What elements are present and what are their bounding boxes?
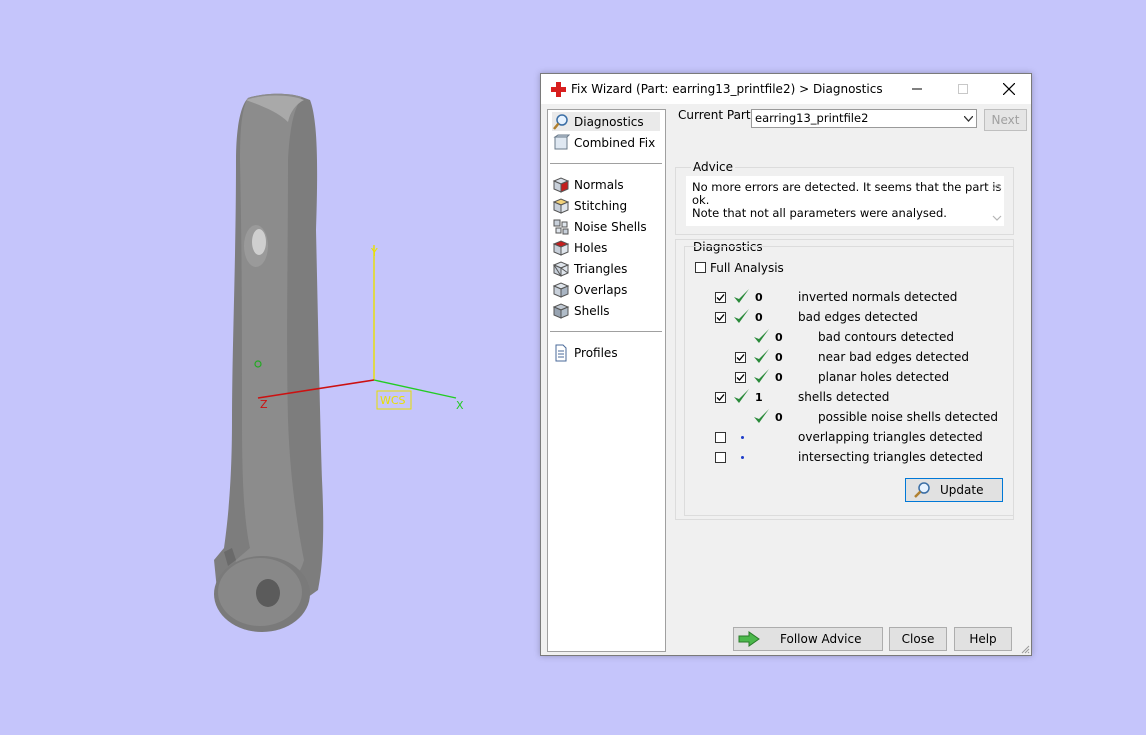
intersecting-triangles-checkbox[interactable] <box>715 452 726 463</box>
shells-count: 1 <box>755 391 763 404</box>
checkmark-icon <box>716 394 725 401</box>
wcs-label: WCS <box>380 394 406 407</box>
holes-cube-icon <box>552 239 570 256</box>
minimize-button[interactable] <box>894 74 940 104</box>
near-bad-edges-count: 0 <box>775 351 783 364</box>
nav-separator <box>550 163 662 164</box>
axis-z-label: Z <box>260 398 268 411</box>
overlaps-cube-icon <box>552 281 570 298</box>
nav-item-shells[interactable]: Shells <box>552 301 660 320</box>
fix-wizard-dialog: Fix Wizard (Part: earring13_printfile2) … <box>540 73 1032 656</box>
nav-separator <box>550 331 662 332</box>
nav-item-combined-fix[interactable]: Combined Fix <box>552 133 660 152</box>
noise-shells-icon <box>553 219 569 234</box>
bad-edges-count: 0 <box>755 311 763 324</box>
nav-item-diagnostics[interactable]: Diagnostics <box>552 112 660 131</box>
nav-item-normals[interactable]: Normals <box>552 175 660 194</box>
triangles-cube-icon <box>552 260 570 277</box>
current-part-select[interactable]: earring13_printfile2 <box>751 109 977 128</box>
planar-holes-count: 0 <box>775 371 783 384</box>
red-cross-icon <box>551 82 566 97</box>
advice-line-1: No more errors are detected. It seems th… <box>692 180 1002 207</box>
magnifier-icon <box>914 482 930 498</box>
maximize-button[interactable] <box>940 74 986 104</box>
close-window-button[interactable] <box>986 74 1032 104</box>
full-analysis-label: Full Analysis <box>710 261 784 275</box>
close-button[interactable]: Close <box>889 627 947 651</box>
axis-y-label: Y <box>370 246 378 259</box>
green-check-icon <box>754 369 769 383</box>
bad-edges-checkbox[interactable] <box>715 312 726 323</box>
bad-contours-label: bad contours detected <box>818 330 954 344</box>
overlapping-triangles-checkbox[interactable] <box>715 432 726 443</box>
planar-holes-label: planar holes detected <box>818 370 950 384</box>
magnifier-icon <box>553 113 568 130</box>
follow-advice-button[interactable]: Follow Advice <box>733 627 883 651</box>
bad-edges-label: bad edges detected <box>798 310 918 324</box>
inverted-normals-count: 0 <box>755 291 763 304</box>
noise-shells-count: 0 <box>775 411 783 424</box>
nav-item-stitching[interactable]: Stitching <box>552 196 660 215</box>
maximize-icon <box>958 84 968 94</box>
update-button[interactable]: Update <box>905 478 1003 502</box>
wizard-nav-panel: Diagnostics Combined Fix Normals Stitchi… <box>547 109 666 652</box>
advice-line-2: Note that not all parameters were analys… <box>692 206 947 220</box>
green-check-icon <box>754 349 769 363</box>
green-arrow-right-icon <box>738 631 760 647</box>
overlapping-triangles-label: overlapping triangles detected <box>798 430 983 444</box>
green-check-icon <box>734 389 749 403</box>
green-check-icon <box>754 329 769 343</box>
stitching-cube-icon <box>552 197 570 214</box>
checkmark-icon <box>736 354 745 361</box>
nav-item-triangles[interactable]: Triangles <box>552 259 660 278</box>
axis-x-label: X <box>456 399 464 412</box>
advice-group-title: Advice <box>691 160 736 174</box>
dialog-title: Fix Wizard (Part: earring13_printfile2) … <box>571 82 883 96</box>
green-check-icon <box>734 309 749 323</box>
shells-label: shells detected <box>798 390 890 404</box>
full-analysis-checkbox[interactable] <box>695 262 706 273</box>
checkmark-icon <box>716 294 725 301</box>
planar-holes-checkbox[interactable] <box>735 372 746 383</box>
shells-cube-icon <box>552 302 570 319</box>
nav-item-holes[interactable]: Holes <box>552 238 660 257</box>
help-button[interactable]: Help <box>954 627 1012 651</box>
combined-fix-icon <box>553 134 570 149</box>
nav-item-profiles[interactable]: Profiles <box>552 343 660 362</box>
current-part-value: earring13_printfile2 <box>755 111 869 125</box>
checkmark-icon <box>736 374 745 381</box>
nav-item-noise-shells[interactable]: Noise Shells <box>552 217 660 236</box>
inverted-normals-label: inverted normals detected <box>798 290 958 304</box>
current-part-label: Current Part: <box>678 108 755 122</box>
noise-shells-label: possible noise shells detected <box>818 410 999 424</box>
titlebar[interactable]: Fix Wizard (Part: earring13_printfile2) … <box>541 74 1031 104</box>
next-button[interactable]: Next <box>984 109 1027 131</box>
close-icon <box>1003 83 1015 95</box>
not-analysed-dot-icon <box>741 456 744 459</box>
profiles-document-icon <box>555 344 567 361</box>
shells-checkbox[interactable] <box>715 392 726 403</box>
not-analysed-dot-icon <box>741 436 744 439</box>
green-check-icon <box>734 289 749 303</box>
part-loop-hole <box>256 579 280 607</box>
advice-scrollbar[interactable] <box>990 180 1004 224</box>
normals-cube-icon <box>552 176 570 193</box>
minimize-icon <box>912 88 922 90</box>
inverted-normals-checkbox[interactable] <box>715 292 726 303</box>
near-bad-edges-label: near bad edges detected <box>818 350 969 364</box>
intersecting-triangles-label: intersecting triangles detected <box>798 450 983 464</box>
checkmark-icon <box>716 314 725 321</box>
bad-contours-count: 0 <box>775 331 783 344</box>
nav-item-overlaps[interactable]: Overlaps <box>552 280 660 299</box>
near-bad-edges-checkbox[interactable] <box>735 352 746 363</box>
chevron-down-icon <box>964 116 973 122</box>
green-check-icon <box>754 409 769 423</box>
resize-grip-icon[interactable] <box>1020 644 1030 654</box>
advice-text-box[interactable]: No more errors are detected. It seems th… <box>686 176 1004 226</box>
